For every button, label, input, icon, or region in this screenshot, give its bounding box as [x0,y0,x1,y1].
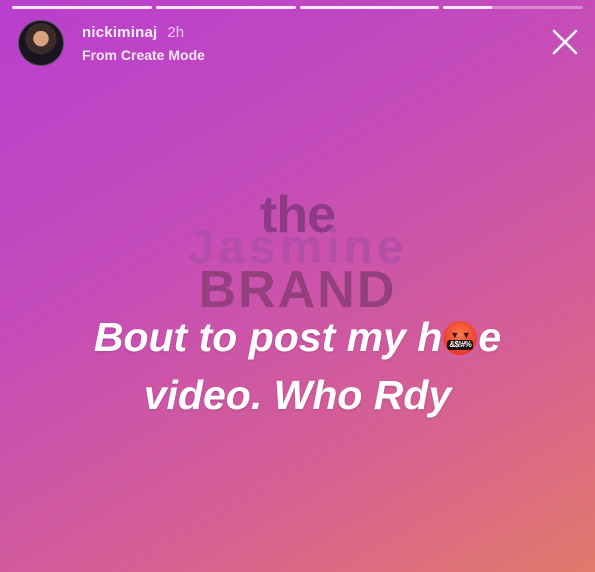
timestamp: 2h [167,24,185,41]
progress-fill [443,6,493,9]
cursing-face-emoji: ▼ ▼ &$!#% [443,321,478,355]
story-subtitle[interactable]: From Create Mode [82,47,205,63]
story-progress-bar [12,6,583,9]
progress-segment [155,6,296,9]
progress-fill [12,6,152,9]
username[interactable]: nickiminaj [82,24,157,41]
progress-segment [12,6,152,9]
caption-line-2: video. Who Rdy [143,372,452,418]
emoji-mouth-text: &$!#% [447,340,474,350]
close-icon[interactable] [551,28,579,56]
caption-text-after: e [478,314,502,360]
emoji-eyes: ▼ ▼ [450,330,471,340]
user-row: nickiminaj 2h [82,24,205,41]
close-icon-graphic [552,29,578,55]
progress-segment [443,6,583,9]
avatar[interactable] [18,20,64,66]
progress-fill [299,6,440,9]
progress-fill [155,6,296,9]
caption-line-1: Bout to post my h ▼ ▼ &$!#% e [0,314,595,361]
story-header: nickiminaj 2h From Create Mode [18,20,205,66]
caption-text-before: Bout to post my h [93,314,443,360]
story-meta: nickiminaj 2h From Create Mode [82,24,205,63]
progress-segment [299,6,440,9]
watermark-brand: BRAND [198,261,397,319]
